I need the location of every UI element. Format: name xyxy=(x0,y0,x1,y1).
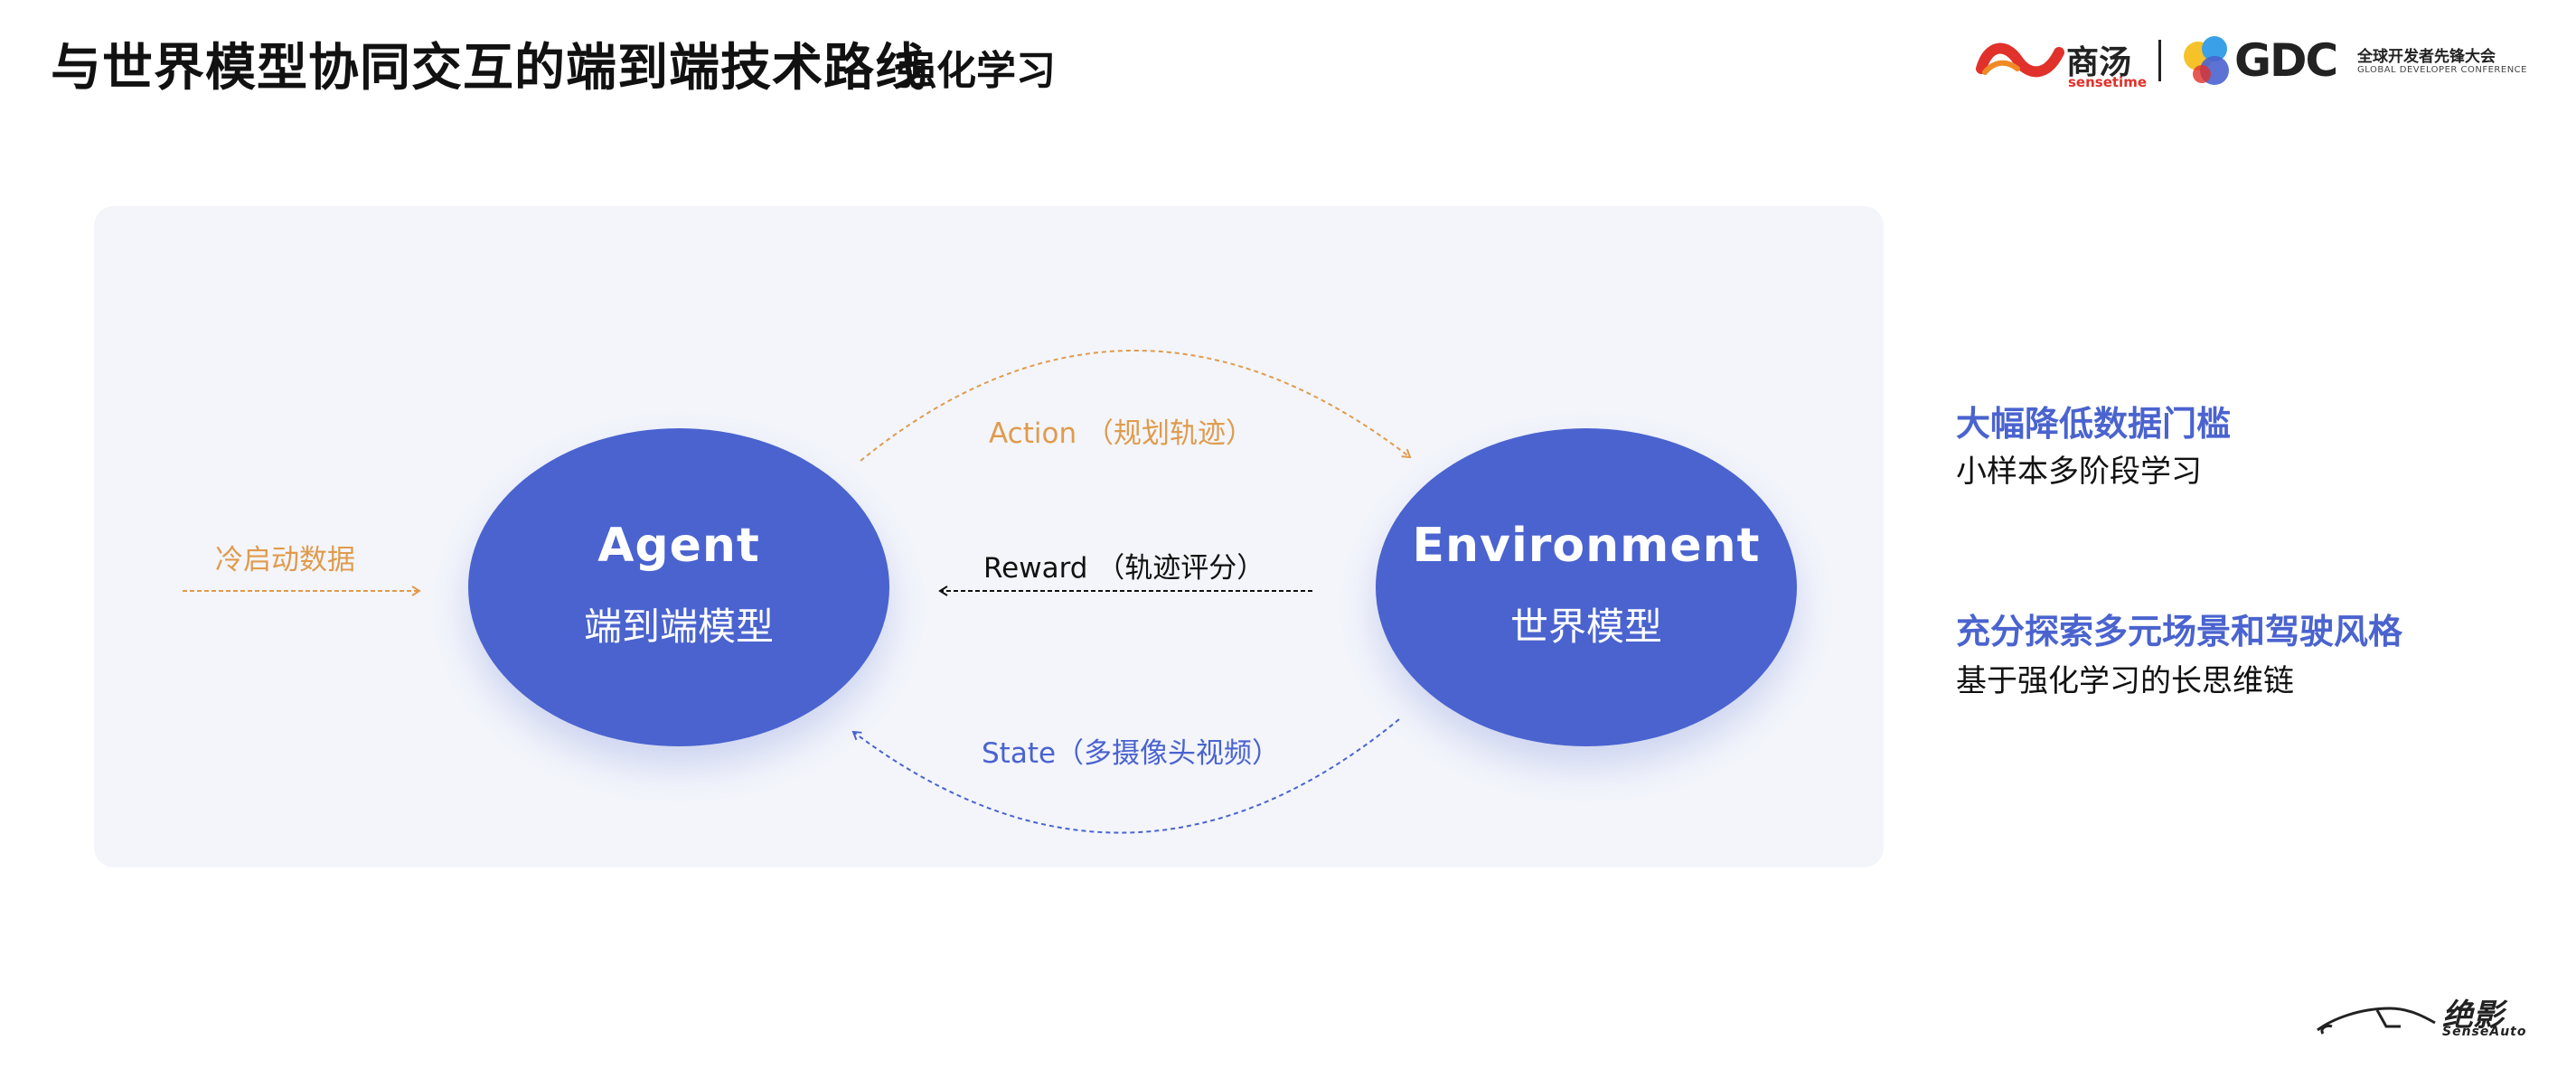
state-label: State（多摄像头视频） xyxy=(982,737,1281,770)
senseauto-logo-en: SenseAuto xyxy=(2442,1025,2527,1039)
diagram-arrows xyxy=(183,350,1412,834)
bullet-sub-2: 基于强化学习的长思维链 xyxy=(1956,663,2294,699)
environment-subtitle: 世界模型 xyxy=(1509,604,1662,649)
agent-subtitle: 端到端模型 xyxy=(583,604,774,649)
environment-name: Environment xyxy=(1412,519,1761,573)
reward-label: Reward （轨迹评分） xyxy=(983,552,1265,585)
senseauto-logo: 绝影 SenseAuto xyxy=(2314,994,2540,1039)
agent-name: Agent xyxy=(597,519,760,573)
environment-node: Environment 世界模型 xyxy=(1376,428,1797,746)
bullet-heading-2: 充分探索多元场景和驾驶风格 xyxy=(1956,612,2403,651)
slide: 与世界模型协同交互的端到端技术路线 商汤 sensetime GDC 全球开发者… xyxy=(0,0,2576,1068)
cold-start-label: 冷启动数据 xyxy=(215,544,355,576)
agent-node: Agent 端到端模型 xyxy=(468,428,889,746)
car-outline-icon xyxy=(2317,1007,2436,1035)
bullet-sub-1: 小样本多阶段学习 xyxy=(1956,454,2202,490)
bullet-heading-1: 大幅降低数据门槛 xyxy=(1956,404,2232,444)
action-label: Action （规划轨迹） xyxy=(989,417,1254,450)
